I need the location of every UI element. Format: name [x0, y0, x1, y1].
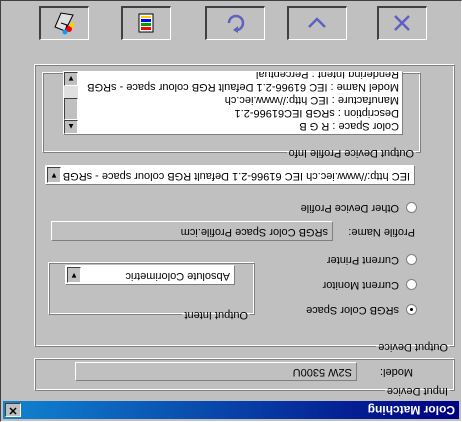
color-print-button[interactable]	[39, 6, 89, 40]
radio-other-device-profile[interactable]	[406, 202, 417, 213]
radio-current-monitor-label[interactable]: Current Monitor	[323, 279, 399, 291]
scroll-thumb[interactable]	[64, 98, 78, 120]
radio-current-printer[interactable]	[406, 254, 417, 265]
profile-info-line: Color Space : R G B	[299, 120, 399, 132]
window-title: Color Matching	[367, 403, 455, 417]
profile-info-line: Rendering Intent : Perceptual	[255, 71, 399, 80]
radio-current-printer-label[interactable]: Current Printer	[327, 254, 399, 266]
output-intent-legend: Output Intent	[184, 309, 248, 321]
profile-info-line: Description : sRGB IEC61966-2.1	[234, 107, 399, 119]
frame: Color Matching ✕ Input Device Model: S2W…	[0, 0, 462, 422]
input-device-legend: Input Device	[386, 385, 448, 397]
output-device-legend: Output Device	[378, 341, 448, 353]
close-window-button[interactable]: ✕	[5, 403, 21, 417]
profile-name-value: sRGB Color Space Profile.icm	[180, 226, 328, 238]
chevron-down-icon[interactable]: ▼	[67, 267, 81, 283]
radio-srgb-label[interactable]: sRGB Color Space	[306, 304, 399, 316]
model-label: Model:	[379, 366, 413, 378]
scroll-up-button[interactable]: ▲	[64, 120, 78, 134]
model-value: S2W 5300U	[292, 366, 352, 378]
close-button[interactable]	[377, 6, 427, 40]
scroll-down-button[interactable]: ▼	[64, 72, 78, 86]
profile-info-line: Manufacture : IEC http://www.iec.ch	[224, 94, 399, 106]
profile-dropdown[interactable]: IEC http://www.iec.ch IEC 61966-2.1 Defa…	[45, 165, 415, 185]
radio-srgb[interactable]	[406, 304, 417, 315]
color-profile-icon	[139, 14, 154, 33]
chevron-up-icon	[308, 17, 327, 29]
profile-info-legend: Output Device Profile Info	[288, 147, 414, 159]
profile-name-label: Profile Name:	[348, 226, 415, 238]
profile-dropdown-value: IEC http://www.iec.ch IEC 61966-2.1 Defa…	[62, 170, 410, 182]
profile-info-button[interactable]	[121, 6, 171, 40]
profile-info-line: Model Name : IEC 61966-2.1 Default RGB c…	[87, 81, 399, 93]
color-print-icon	[54, 12, 75, 35]
profile-name-field: sRGB Color Space Profile.icm	[51, 221, 333, 241]
output-intent-dropdown[interactable]: Absolute Colorimetric ▼	[65, 265, 235, 285]
output-intent-value: Absolute Colorimetric	[125, 270, 230, 282]
x-icon	[394, 15, 411, 32]
collapse-button[interactable]	[287, 6, 347, 40]
color-matching-window: Color Matching ✕ Input Device Model: S2W…	[0, 0, 462, 422]
chevron-down-icon[interactable]: ▼	[47, 167, 61, 183]
refresh-button[interactable]	[205, 6, 265, 40]
profile-info-list[interactable]: Color Space : R G B Description : sRGB I…	[63, 71, 403, 135]
title-bar[interactable]: Color Matching ✕	[3, 401, 459, 419]
model-value-field: S2W 5300U	[75, 362, 357, 381]
radio-other-device-profile-label[interactable]: Other Device Profile	[301, 202, 399, 214]
profile-info-scrollbar[interactable]: ▲ ▼	[64, 72, 78, 134]
radio-current-monitor[interactable]	[406, 279, 417, 290]
refresh-icon	[228, 15, 245, 34]
